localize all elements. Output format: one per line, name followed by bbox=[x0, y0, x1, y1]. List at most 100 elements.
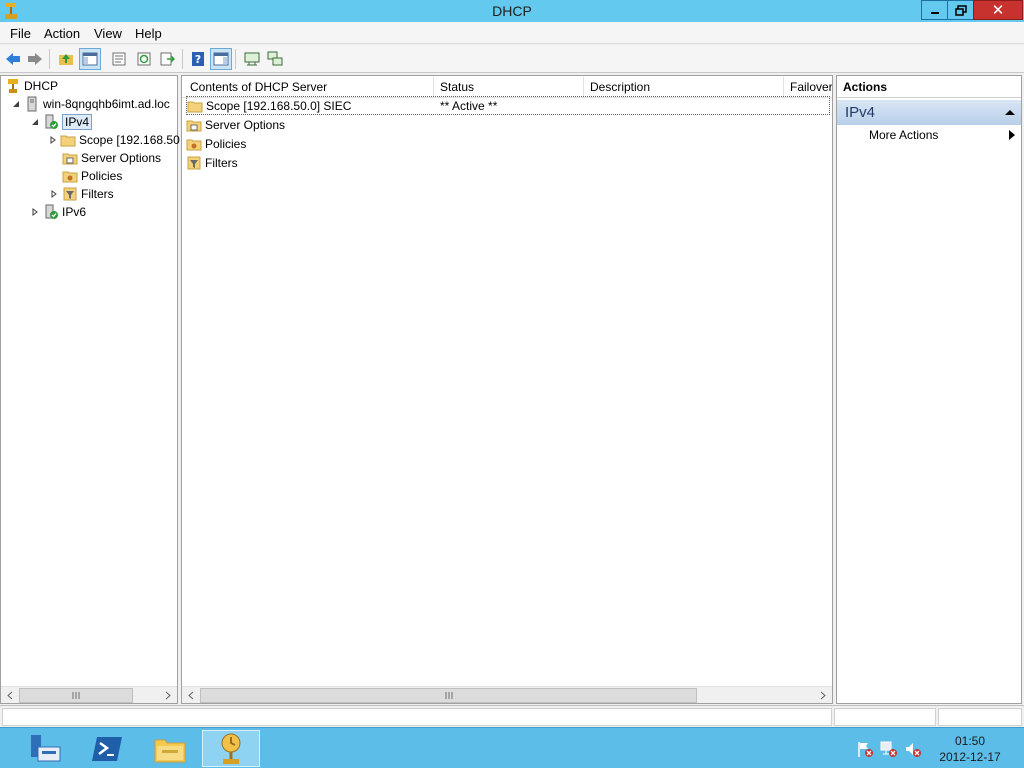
menu-file[interactable]: File bbox=[10, 26, 31, 41]
tree-node-filters[interactable]: Filters bbox=[3, 185, 175, 203]
collapse-icon[interactable] bbox=[11, 99, 21, 109]
filters-icon bbox=[187, 156, 201, 169]
collapse-section-icon[interactable] bbox=[1005, 109, 1015, 116]
status-cell bbox=[834, 708, 936, 726]
up-folder-icon bbox=[59, 54, 73, 65]
results-list: Scope [192.168.50.0] SIEC ** Active ** S… bbox=[186, 96, 830, 172]
show-hide-action-pane-button[interactable] bbox=[210, 48, 232, 70]
actions-section-ipv4[interactable]: IPv4 bbox=[837, 100, 1021, 125]
properties-icon bbox=[112, 52, 126, 66]
help-button[interactable]: ? bbox=[187, 48, 209, 70]
server-statistics-button[interactable] bbox=[241, 48, 263, 70]
tree-node-policies[interactable]: Policies bbox=[3, 167, 175, 185]
export-list-icon bbox=[160, 52, 175, 66]
status-cell bbox=[2, 708, 832, 726]
results-horizontal-scrollbar[interactable] bbox=[182, 686, 832, 703]
results-pane[interactable]: Contents of DHCP Server Status Descripti… bbox=[181, 75, 833, 704]
menu-help[interactable]: Help bbox=[135, 26, 162, 41]
console-tree: DHCP win-8qngqhb6imt.ad.loc IPv4 Scope [… bbox=[3, 77, 180, 221]
policies-icon bbox=[62, 171, 78, 183]
expand-icon[interactable] bbox=[49, 135, 57, 145]
server-icon bbox=[27, 96, 37, 112]
tree-node-server[interactable]: win-8qngqhb6imt.ad.loc bbox=[3, 95, 175, 113]
tree-label-server: win-8qngqhb6imt.ad.loc bbox=[43, 97, 170, 111]
column-header-row: Contents of DHCP Server Status Descripti… bbox=[182, 76, 832, 98]
scroll-right-arrow-icon[interactable] bbox=[814, 687, 831, 704]
powershell-taskbar-button[interactable] bbox=[78, 730, 136, 767]
console-tree-pane[interactable]: DHCP win-8qngqhb6imt.ad.loc IPv4 Scope [… bbox=[0, 75, 180, 704]
tree-node-scope[interactable]: Scope [192.168.50 bbox=[3, 131, 180, 149]
list-item-name: Policies bbox=[205, 136, 247, 151]
up-one-level-button[interactable] bbox=[55, 48, 77, 70]
refresh-icon bbox=[137, 52, 151, 66]
forward-arrow-icon bbox=[28, 53, 42, 65]
server-statistics-icon bbox=[244, 52, 260, 66]
column-header-description[interactable]: Description bbox=[584, 77, 784, 97]
dhcp-trophy-icon bbox=[221, 733, 241, 764]
expand-icon[interactable] bbox=[49, 189, 59, 199]
actions-section-label: IPv4 bbox=[845, 104, 876, 121]
menu-action[interactable]: Action bbox=[44, 26, 80, 41]
tree-horizontal-scrollbar[interactable] bbox=[1, 686, 177, 703]
network-icon[interactable] bbox=[880, 740, 898, 758]
scroll-left-arrow-icon[interactable] bbox=[182, 687, 199, 704]
list-item[interactable]: Filters bbox=[186, 153, 830, 172]
properties-button[interactable] bbox=[108, 48, 130, 70]
tree-label-dhcp: DHCP bbox=[24, 79, 59, 93]
tree-label-policies: Policies bbox=[81, 169, 123, 183]
tree-node-ipv4[interactable]: IPv4 bbox=[3, 113, 175, 131]
clock-date: 2012-12-17 bbox=[939, 750, 1001, 764]
volume-muted-icon[interactable] bbox=[904, 740, 922, 758]
tree-node-ipv6[interactable]: IPv6 bbox=[3, 203, 175, 221]
scroll-thumb[interactable] bbox=[200, 688, 697, 703]
list-item[interactable]: Scope [192.168.50.0] SIEC ** Active ** bbox=[186, 96, 830, 115]
toolbar-separator bbox=[235, 49, 236, 69]
column-header-contents[interactable]: Contents of DHCP Server bbox=[184, 77, 434, 97]
export-list-button[interactable] bbox=[156, 48, 178, 70]
restore-button[interactable] bbox=[947, 0, 974, 20]
add-server-button[interactable] bbox=[264, 48, 286, 70]
status-bar bbox=[0, 705, 1024, 727]
column-header-status[interactable]: Status bbox=[434, 77, 584, 97]
minimize-button[interactable] bbox=[921, 0, 948, 20]
show-hide-action-pane-icon bbox=[213, 52, 229, 66]
server-options-icon bbox=[62, 153, 78, 165]
show-hide-tree-icon bbox=[82, 52, 98, 66]
actions-pane: Actions IPv4 More Actions bbox=[836, 75, 1022, 704]
folder-icon bbox=[187, 101, 203, 112]
tree-label-scope: Scope [192.168.50 bbox=[79, 133, 180, 147]
scroll-thumb[interactable] bbox=[19, 688, 133, 703]
collapse-icon[interactable] bbox=[30, 117, 40, 127]
tree-node-server-options[interactable]: Server Options bbox=[3, 149, 175, 167]
file-explorer-taskbar-button[interactable] bbox=[141, 730, 199, 767]
list-item-name: Server Options bbox=[205, 117, 286, 132]
server-manager-taskbar-button[interactable] bbox=[16, 730, 74, 767]
column-header-failover[interactable]: Failover bbox=[784, 77, 832, 97]
taskbar-clock[interactable]: 01:50 2012-12-17 bbox=[930, 733, 1010, 765]
scroll-right-arrow-icon[interactable] bbox=[159, 687, 176, 704]
back-button[interactable] bbox=[2, 48, 24, 70]
more-actions-label: More Actions bbox=[869, 128, 939, 142]
status-cell bbox=[938, 708, 1022, 726]
ipv4-server-icon bbox=[45, 114, 58, 129]
expand-icon[interactable] bbox=[30, 207, 40, 217]
forward-button[interactable] bbox=[24, 48, 46, 70]
close-button[interactable]: ✕ bbox=[973, 0, 1023, 20]
toolbar-separator bbox=[182, 49, 183, 69]
scroll-left-arrow-icon[interactable] bbox=[1, 687, 18, 704]
file-explorer-icon bbox=[154, 739, 186, 762]
powershell-icon bbox=[92, 736, 122, 761]
show-hide-console-tree-button[interactable] bbox=[79, 48, 101, 70]
dhcp-taskbar-button[interactable] bbox=[202, 730, 260, 767]
more-actions-item[interactable]: More Actions bbox=[869, 128, 938, 142]
tree-label-filters: Filters bbox=[81, 187, 114, 201]
minimize-icon bbox=[930, 12, 939, 14]
refresh-button[interactable] bbox=[133, 48, 155, 70]
tree-node-dhcp[interactable]: DHCP bbox=[3, 77, 175, 95]
list-item[interactable]: Server Options bbox=[186, 115, 830, 134]
menu-view[interactable]: View bbox=[94, 26, 122, 41]
window-title: DHCP bbox=[492, 3, 532, 19]
list-item[interactable]: Policies bbox=[186, 134, 830, 153]
back-arrow-icon bbox=[6, 53, 20, 65]
action-center-flag-icon[interactable] bbox=[856, 740, 874, 758]
